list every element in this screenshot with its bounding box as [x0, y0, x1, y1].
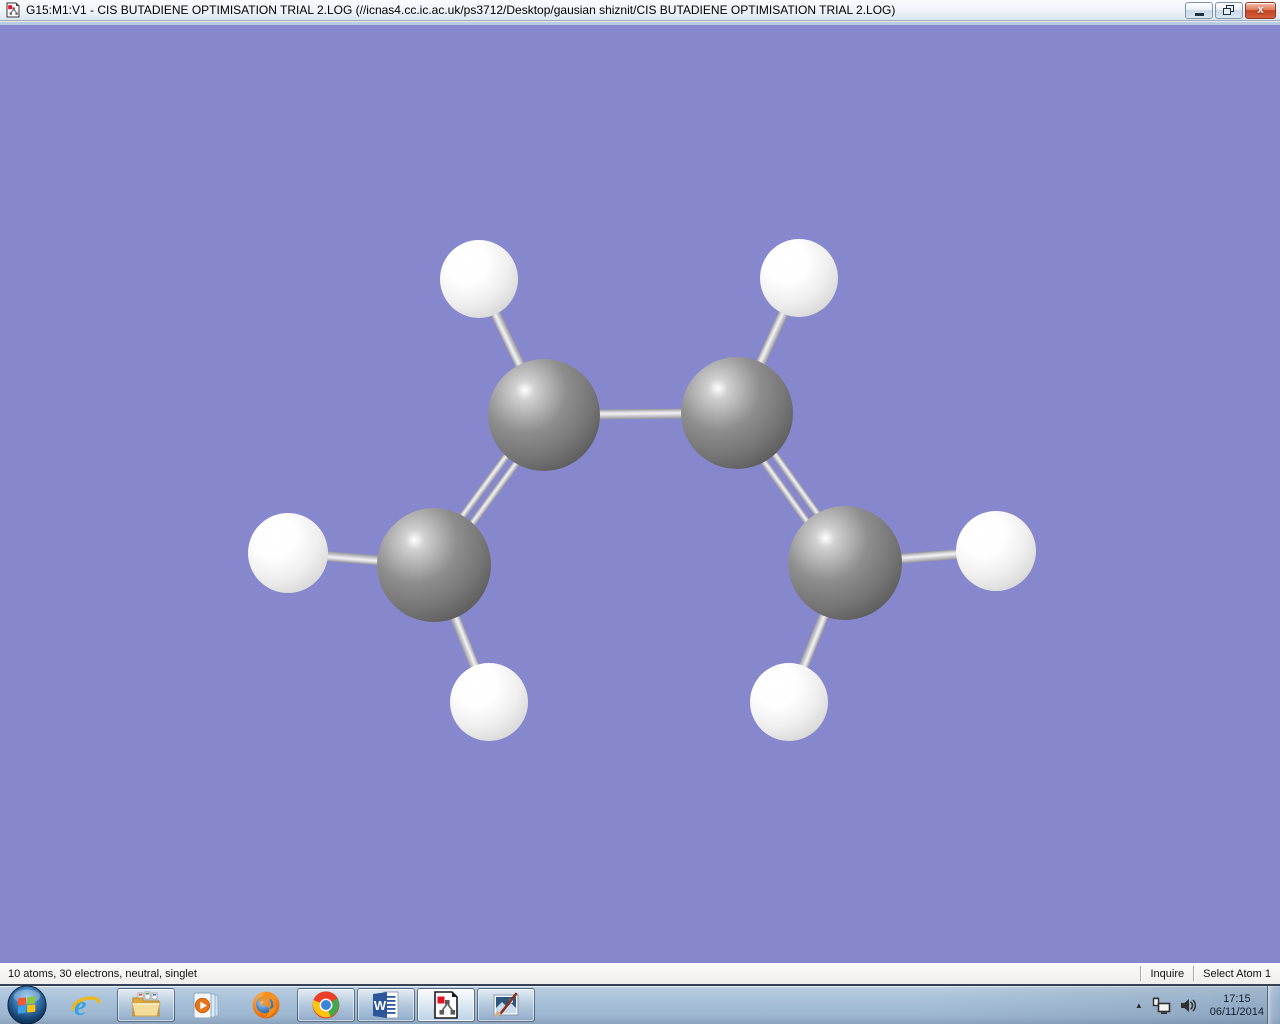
gaussview-log-icon	[434, 991, 458, 1019]
volume-icon[interactable]	[1180, 998, 1197, 1013]
firefox-icon	[252, 991, 280, 1019]
show-desktop-button[interactable]	[1267, 986, 1280, 1024]
atom-C1[interactable]	[377, 508, 491, 622]
taskbar-word-button[interactable]: W	[357, 988, 415, 1022]
title-bar: G15:M1:V1 - CIS BUTADIENE OPTIMISATION T…	[0, 0, 1280, 21]
atom-H2[interactable]	[760, 239, 838, 317]
clock-date: 06/11/2014	[1209, 1005, 1264, 1018]
start-button[interactable]	[4, 984, 50, 1024]
atom-H6[interactable]	[750, 663, 828, 741]
clock-time: 17:15	[1223, 992, 1251, 1005]
molecule-summary: 10 atoms, 30 electrons, neutral, singlet	[8, 967, 197, 980]
molecule-canvas[interactable]	[0, 25, 1280, 963]
taskbar-gaussview-button[interactable]	[417, 988, 475, 1022]
taskbar-chrome-button[interactable]	[297, 988, 355, 1022]
window-title: G15:M1:V1 - CIS BUTADIENE OPTIMISATION T…	[26, 3, 896, 17]
word-icon: W	[373, 991, 399, 1019]
minimize-icon	[1194, 12, 1204, 16]
svg-text:e: e	[74, 991, 86, 1020]
atom-C2[interactable]	[488, 359, 600, 471]
atom-C3[interactable]	[681, 357, 793, 469]
taskbar-paint-button[interactable]	[477, 988, 535, 1022]
taskbar-windows-explorer-button[interactable]	[117, 988, 175, 1022]
windows-logo-icon	[7, 985, 47, 1024]
close-icon: x	[1257, 4, 1264, 16]
window-controls: x	[1183, 2, 1276, 19]
atom-C4[interactable]	[788, 506, 902, 620]
taskbar-firefox-button[interactable]	[237, 988, 295, 1022]
taskbar: e W ▲ 17:15 06/11/2014	[0, 985, 1280, 1024]
atom-H3[interactable]	[248, 513, 328, 593]
close-button[interactable]: x	[1245, 2, 1276, 19]
restore-button[interactable]	[1215, 2, 1243, 19]
network-icon[interactable]	[1152, 997, 1171, 1014]
atom-H5[interactable]	[956, 511, 1036, 591]
taskbar-internet-explorer-button[interactable]: e	[57, 988, 115, 1022]
folder-icon	[131, 991, 161, 1017]
paint-icon	[493, 992, 519, 1018]
molecule-layer	[0, 25, 1280, 963]
media-player-icon	[193, 992, 219, 1019]
gaussview-window: G15:M1:V1 - CIS BUTADIENE OPTIMISATION T…	[0, 0, 1280, 1024]
atom-H4[interactable]	[450, 663, 528, 741]
gaussview-file-icon	[6, 2, 20, 18]
mouse-mode-panel: Inquire	[1150, 967, 1185, 980]
status-bar: 10 atoms, 30 electrons, neutral, singlet…	[0, 963, 1280, 985]
system-tray: ▲ 17:15 06/11/2014	[1135, 986, 1264, 1024]
svg-text:W: W	[374, 998, 387, 1013]
internet-explorer-icon: e	[71, 991, 101, 1020]
chrome-icon	[312, 991, 340, 1019]
taskbar-media-player-button[interactable]	[177, 988, 235, 1022]
restore-icon	[1223, 5, 1234, 15]
minimize-button[interactable]	[1185, 2, 1213, 19]
atom-H1[interactable]	[440, 240, 518, 318]
selection-mode-panel: Select Atom 1	[1203, 967, 1271, 980]
show-hidden-icons-button[interactable]: ▲	[1135, 1001, 1143, 1010]
clock[interactable]: 17:15 06/11/2014	[1206, 993, 1264, 1019]
